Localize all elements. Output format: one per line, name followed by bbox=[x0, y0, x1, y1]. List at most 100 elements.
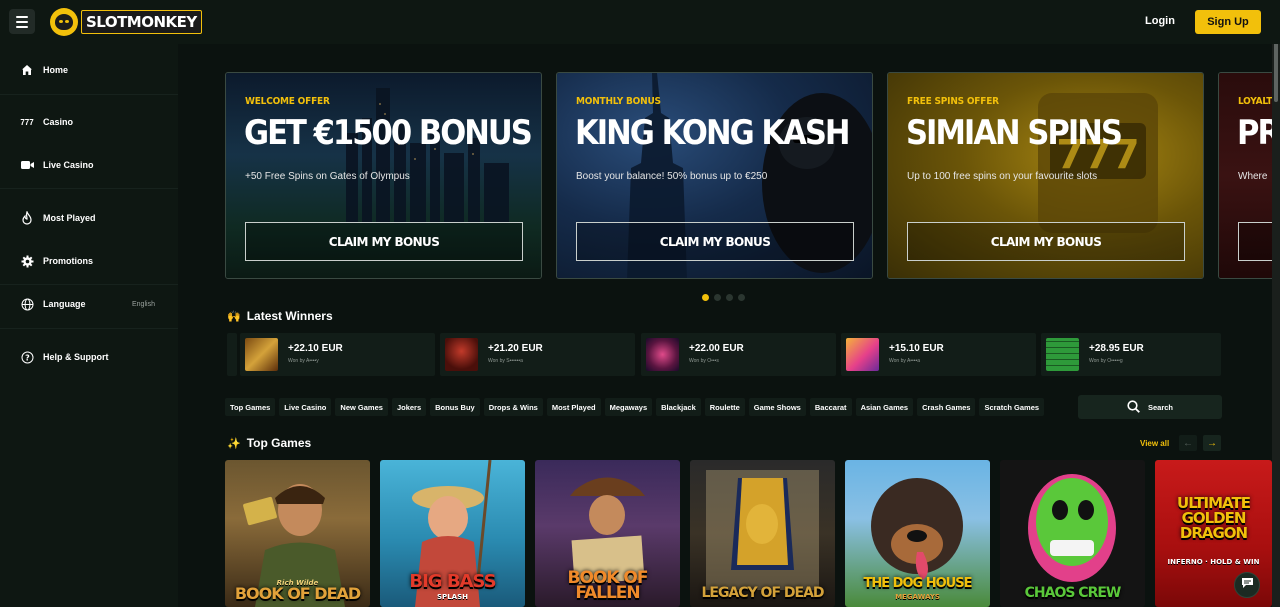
divider bbox=[0, 188, 178, 189]
game-tile-dog-house-megaways[interactable]: THE DOG HOUSE MEGAWAYS bbox=[845, 460, 990, 607]
promo-card-monthly[interactable]: MONTHLY BONUS KING KONG KASH Boost your … bbox=[556, 72, 873, 279]
winner-name: Won by A••••y bbox=[288, 358, 319, 364]
game-name: BOOK OF DEAD bbox=[234, 584, 361, 603]
promo-card-welcome[interactable]: WELCOME OFFER GET €1500 BONUS +50 Free S… bbox=[225, 72, 542, 279]
carousel-dot[interactable] bbox=[738, 294, 745, 301]
promo-title: KING KONG KASH bbox=[575, 113, 851, 153]
view-all-link[interactable]: View all bbox=[1140, 439, 1169, 448]
promo-title: PR bbox=[1237, 113, 1272, 153]
filter-chip-megaways[interactable]: Megaways bbox=[604, 398, 653, 416]
filter-chip-baccarat[interactable]: Baccarat bbox=[809, 398, 852, 416]
search-icon bbox=[1127, 399, 1140, 415]
section-title: Top Games bbox=[246, 436, 312, 450]
claim-bonus-button[interactable] bbox=[1238, 222, 1272, 261]
filter-chip-blackjack[interactable]: Blackjack bbox=[656, 398, 701, 416]
login-link[interactable]: Login bbox=[1145, 15, 1175, 27]
top-header: SLOTMONKEY Login Sign Up bbox=[0, 0, 1280, 44]
filter-chip-live-casino[interactable]: Live Casino bbox=[279, 398, 332, 416]
winner-card[interactable]: +21.20 EUR Won by S••••••a bbox=[440, 333, 635, 376]
filter-chip-drops-wins[interactable]: Drops & Wins bbox=[483, 398, 543, 416]
raised-hands-icon: 🙌 bbox=[227, 310, 241, 323]
menu-bar-icon bbox=[16, 20, 28, 23]
game-name: THE DOG HOUSE bbox=[863, 576, 973, 591]
slots-777-icon: 777 bbox=[20, 117, 34, 127]
signup-button[interactable]: Sign Up bbox=[1195, 10, 1261, 34]
promo-card-loyalty[interactable]: LOYALT PR Where bbox=[1218, 72, 1272, 279]
sidebar-item-live-casino[interactable]: Live Casino bbox=[0, 153, 178, 177]
menu-bar-icon bbox=[16, 15, 28, 18]
app-root: SLOTMONKEY Login Sign Up Home 777 Casino… bbox=[0, 0, 1280, 607]
promo-card-free-spins[interactable]: 777 FREE SPINS OFFER SIMIAN SPINS Up to … bbox=[887, 72, 1204, 279]
winner-name: Won by O•••s bbox=[689, 358, 719, 364]
sidebar: Home 777 Casino Live Casino Most Played … bbox=[0, 44, 178, 607]
promo-description: +50 Free Spins on Gates of Olympus bbox=[245, 171, 410, 182]
promo-description: Boost your balance! 50% bonus up to €250 bbox=[576, 171, 768, 182]
winner-card[interactable]: +22.00 EUR Won by O•••s bbox=[641, 333, 836, 376]
arrow-right-icon: → bbox=[1207, 437, 1217, 449]
sidebar-item-home[interactable]: Home bbox=[0, 58, 178, 82]
sidebar-item-label: Promotions bbox=[43, 256, 94, 266]
sidebar-item-language[interactable]: Language English bbox=[0, 292, 178, 316]
sidebar-item-label: Casino bbox=[43, 117, 74, 127]
filter-chip-new-games[interactable]: New Games bbox=[335, 398, 388, 416]
carousel-dot[interactable] bbox=[726, 294, 733, 301]
globe-icon bbox=[20, 297, 34, 311]
flame-icon bbox=[20, 211, 34, 225]
promo-eyebrow: WELCOME OFFER bbox=[245, 96, 330, 107]
win-amount: +28.95 EUR bbox=[1089, 343, 1144, 354]
carousel-dot[interactable] bbox=[714, 294, 721, 301]
scroll-left-button[interactable]: ← bbox=[1179, 435, 1197, 451]
game-search-button[interactable]: Search bbox=[1078, 395, 1222, 419]
win-amount: +22.10 EUR bbox=[288, 343, 343, 354]
sidebar-item-label: Language bbox=[43, 299, 86, 309]
game-tile-book-of-fallen[interactable]: BOOK OF FALLEN bbox=[535, 460, 680, 607]
menu-bar-icon bbox=[16, 25, 28, 28]
game-name: CHAOS CREW bbox=[1024, 585, 1122, 601]
filter-chip-scratch-games[interactable]: Scratch Games bbox=[979, 398, 1045, 416]
filter-chip-crash-games[interactable]: Crash Games bbox=[917, 398, 976, 416]
arrow-left-icon: ← bbox=[1183, 437, 1193, 449]
hamburger-menu-button[interactable] bbox=[9, 9, 35, 34]
sidebar-item-label: Help & Support bbox=[43, 352, 109, 362]
winner-card-partial[interactable] bbox=[227, 333, 237, 376]
sidebar-item-label: Most Played bbox=[43, 213, 96, 223]
filter-chip-bonus-buy[interactable]: Bonus Buy bbox=[430, 398, 480, 416]
win-amount: +15.10 EUR bbox=[889, 343, 944, 354]
filter-chip-jokers[interactable]: Jokers bbox=[391, 398, 427, 416]
winner-card[interactable]: +15.10 EUR Won by A••••a bbox=[841, 333, 1036, 376]
promo-eyebrow: FREE SPINS OFFER bbox=[907, 96, 999, 107]
winner-name: Won by O•••••g bbox=[1089, 358, 1123, 364]
filter-chip-most-played[interactable]: Most Played bbox=[546, 398, 601, 416]
divider bbox=[0, 328, 178, 329]
claim-bonus-button[interactable]: CLAIM MY BONUS bbox=[245, 222, 523, 261]
carousel-pagination bbox=[702, 294, 745, 301]
scroll-right-button[interactable]: → bbox=[1203, 435, 1221, 451]
game-subtitle: MEGAWAYS bbox=[895, 593, 940, 601]
game-subtitle: SPLASH bbox=[437, 593, 468, 601]
page-scrollbar[interactable] bbox=[1272, 0, 1280, 607]
sidebar-item-promotions[interactable]: Promotions bbox=[0, 249, 178, 273]
game-tile-chaos-crew[interactable]: CHAOS CREW bbox=[1000, 460, 1145, 607]
sidebar-item-most-played[interactable]: Most Played bbox=[0, 206, 178, 230]
filter-chip-roulette[interactable]: Roulette bbox=[704, 398, 745, 416]
slotmonkey-logo[interactable]: SLOTMONKEY bbox=[50, 7, 202, 37]
winner-card[interactable]: +28.95 EUR Won by O•••••g bbox=[1041, 333, 1221, 376]
help-circle-icon: ? bbox=[20, 350, 34, 364]
filter-chip-game-shows[interactable]: Game Shows bbox=[748, 398, 806, 416]
game-tile-book-of-dead[interactable]: Rich Wilde BOOK OF DEAD bbox=[225, 460, 370, 607]
filter-chip-top-games[interactable]: Top Games bbox=[225, 398, 276, 416]
chat-bubble-icon bbox=[1241, 576, 1254, 594]
carousel-dot[interactable] bbox=[702, 294, 709, 301]
sidebar-item-casino[interactable]: 777 Casino bbox=[0, 110, 178, 134]
claim-bonus-button[interactable]: CLAIM MY BONUS bbox=[576, 222, 854, 261]
winner-card[interactable]: +22.10 EUR Won by A••••y bbox=[240, 333, 435, 376]
live-chat-button[interactable] bbox=[1234, 572, 1260, 598]
filter-chip-asian-games[interactable]: Asian Games bbox=[855, 398, 914, 416]
game-thumbnail bbox=[1046, 338, 1079, 371]
win-amount: +21.20 EUR bbox=[488, 343, 543, 354]
search-label: Search bbox=[1147, 402, 1174, 412]
claim-bonus-button[interactable]: CLAIM MY BONUS bbox=[907, 222, 1185, 261]
game-tile-big-bass-splash[interactable]: BIG BASS SPLASH bbox=[380, 460, 525, 607]
sidebar-item-help[interactable]: ? Help & Support bbox=[0, 345, 178, 369]
game-tile-legacy-of-dead[interactable]: LEGACY OF DEAD bbox=[690, 460, 835, 607]
